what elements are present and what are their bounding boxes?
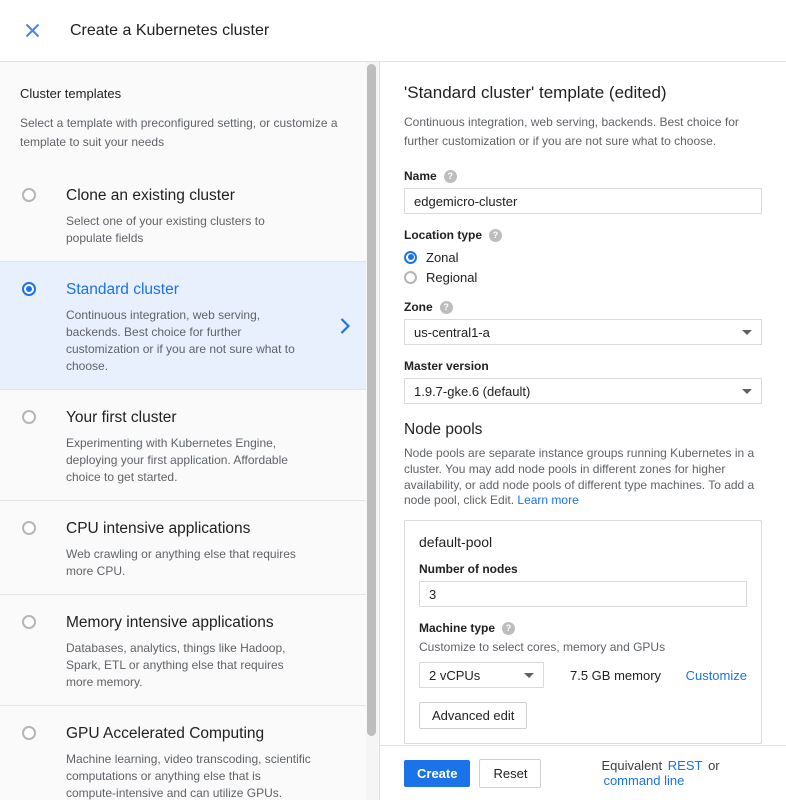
template-title: Standard cluster: [66, 280, 332, 300]
number-of-nodes-input[interactable]: [419, 581, 747, 607]
name-label: Name: [404, 169, 437, 183]
number-of-nodes-label: Number of nodes: [419, 562, 518, 576]
radio-unselected-icon[interactable]: [22, 615, 36, 629]
template-item-clone-existing[interactable]: Clone an existing cluster Select one of …: [0, 168, 366, 261]
chevron-right-icon[interactable]: [340, 318, 350, 337]
template-item-cpu-intensive[interactable]: CPU intensive applications Web crawling …: [0, 500, 366, 594]
reset-button[interactable]: Reset: [479, 759, 541, 788]
help-icon[interactable]: ?: [489, 229, 502, 242]
template-description: Experimenting with Kubernetes Engine, de…: [66, 435, 314, 486]
dialog-header: Create a Kubernetes cluster: [0, 0, 786, 62]
template-list: Clone an existing cluster Select one of …: [0, 168, 366, 800]
template-title: Your first cluster: [66, 408, 332, 428]
template-item-first-cluster[interactable]: Your first cluster Experimenting with Ku…: [0, 389, 366, 500]
customize-link[interactable]: Customize: [686, 668, 747, 683]
machine-type-select[interactable]: 2 vCPUs: [419, 662, 544, 688]
help-icon[interactable]: ?: [440, 301, 453, 314]
template-detail-subtitle: Continuous integration, web serving, bac…: [404, 113, 762, 151]
template-title: GPU Accelerated Computing: [66, 724, 332, 744]
radio-unselected-icon[interactable]: [22, 521, 36, 535]
machine-type-hint: Customize to select cores, memory and GP…: [419, 640, 747, 654]
template-title: Memory intensive applications: [66, 613, 332, 633]
memory-value: 7.5 GB memory: [570, 668, 661, 683]
template-item-memory-intensive[interactable]: Memory intensive applications Databases,…: [0, 594, 366, 705]
template-description: Web crawling or anything else that requi…: [66, 546, 314, 580]
command-line-link[interactable]: command line: [603, 773, 684, 788]
dropdown-caret-icon: [742, 330, 752, 335]
machine-type-label: Machine type: [419, 621, 495, 635]
dropdown-caret-icon: [524, 673, 534, 678]
equivalent-text: Equivalent REST or command line: [601, 758, 762, 788]
sidebar-heading: Cluster templates: [20, 86, 346, 101]
sidebar-scrollbar-thumb[interactable]: [367, 64, 376, 736]
zone-select[interactable]: us-central1-a: [404, 319, 762, 345]
template-title: CPU intensive applications: [66, 519, 332, 539]
close-icon[interactable]: [20, 19, 44, 43]
template-detail-title: 'Standard cluster' template (edited): [404, 82, 762, 104]
radio-selected-icon[interactable]: [22, 282, 36, 296]
page-title: Create a Kubernetes cluster: [70, 22, 269, 40]
radio-unselected-icon[interactable]: [22, 410, 36, 424]
advanced-edit-button[interactable]: Advanced edit: [419, 702, 527, 729]
cluster-name-input[interactable]: [404, 188, 762, 214]
learn-more-link[interactable]: Learn more: [517, 493, 578, 507]
location-zonal-radio[interactable]: Zonal: [404, 247, 762, 267]
action-bar: Create Reset Equivalent REST or command …: [380, 745, 786, 800]
sidebar-scrollbar-track[interactable]: [366, 62, 378, 800]
master-version-select[interactable]: 1.9.7-gke.6 (default): [404, 378, 762, 404]
template-description: Select one of your existing clusters to …: [66, 213, 314, 247]
radio-selected-icon: [404, 251, 417, 264]
radio-unselected-icon: [404, 271, 417, 284]
node-pools-heading: Node pools: [404, 421, 762, 439]
rest-link[interactable]: REST: [668, 758, 703, 773]
template-title: Clone an existing cluster: [66, 186, 332, 206]
create-button[interactable]: Create: [404, 760, 470, 787]
template-detail-panel: 'Standard cluster' template (edited) Con…: [380, 62, 786, 800]
template-description: Databases, analytics, things like Hadoop…: [66, 640, 314, 691]
dropdown-caret-icon: [742, 389, 752, 394]
node-pools-description: Node pools are separate instance groups …: [404, 446, 762, 509]
location-regional-radio[interactable]: Regional: [404, 267, 762, 287]
help-icon[interactable]: ?: [444, 170, 457, 183]
template-item-gpu-accelerated[interactable]: GPU Accelerated Computing Machine learni…: [0, 705, 366, 800]
radio-unselected-icon[interactable]: [22, 188, 36, 202]
sidebar-intro: Select a template with preconfigured set…: [20, 114, 356, 152]
template-item-standard-cluster[interactable]: Standard cluster Continuous integration,…: [0, 261, 366, 389]
default-pool-card: default-pool Number of nodes Machine typ…: [404, 520, 762, 744]
radio-unselected-icon[interactable]: [22, 726, 36, 740]
help-icon[interactable]: ?: [502, 622, 515, 635]
master-version-label: Master version: [404, 359, 489, 373]
location-type-label: Location type: [404, 228, 482, 242]
zone-label: Zone: [404, 300, 433, 314]
pool-name: default-pool: [419, 534, 747, 550]
template-description: Continuous integration, web serving, bac…: [66, 307, 314, 375]
template-description: Machine learning, video transcoding, sci…: [66, 751, 314, 800]
cluster-templates-sidebar: Cluster templates Select a template with…: [0, 62, 380, 800]
